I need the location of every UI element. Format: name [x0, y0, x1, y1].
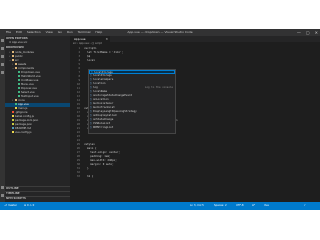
status-bar: ⎇ master ⊗ 0 ⚠ 0 Ln 3, Col 5 Spaces: 2 U… [0, 202, 320, 210]
window-title: App.vue — dropdown — Visual Studio Code [127, 30, 193, 34]
project-header[interactable]: DROPDOWN [5, 46, 70, 50]
tree-item-label: .gitignore [15, 111, 28, 114]
tree-item-label: icons [18, 99, 25, 102]
git-file-icon [12, 111, 14, 113]
js-file-icon [15, 107, 17, 109]
suggestion-label: CSSRuleList [93, 122, 111, 125]
json-file-icon [12, 123, 14, 125]
tree-item-label: node_modules [15, 51, 34, 54]
js-file-icon [12, 115, 14, 117]
tree-item-label: public [15, 55, 23, 58]
vue-file-icon [18, 75, 20, 77]
bell-icon[interactable]: ♪ [304, 202, 306, 210]
vue-file-icon [18, 71, 20, 73]
tree-item-label: package-lock.json [15, 119, 39, 122]
suggestion-label: AudioListener [93, 102, 114, 105]
close-button[interactable]: ✕ [315, 29, 318, 36]
tree-item-label: main.js [18, 107, 28, 110]
suggestion-label: localName [93, 90, 108, 93]
suggestion-label: onDisplayCalled [93, 114, 117, 117]
tree-item-label: Select.vue [21, 91, 35, 94]
suggestion-label: localeCompare [93, 78, 114, 81]
files-icon[interactable] [1, 39, 4, 42]
folder-file-icon [15, 99, 17, 101]
window-controls: — ▢ ✕ [297, 29, 318, 36]
maximize-button[interactable]: ▢ [306, 29, 310, 36]
vue-file-icon [18, 79, 20, 81]
suggestion-label: onLocation [93, 98, 109, 101]
folder-file-icon [12, 59, 14, 61]
account-icon[interactable] [1, 186, 4, 189]
suggestion-item[interactable]: ▢DOMStringList [89, 126, 175, 130]
folder-file-icon [12, 51, 14, 53]
tree-item-label: Popover.vue [21, 87, 37, 90]
indentation[interactable]: Spaces: 2 [214, 202, 227, 210]
suggestion-label: log [93, 86, 98, 89]
npm-scripts-section[interactable]: NPM SCRIPTS [5, 196, 70, 200]
json-file-icon [12, 119, 14, 121]
vue-file-icon [18, 91, 20, 93]
md-file-icon [12, 127, 14, 129]
cursor-position[interactable]: Ln 3, Col 5 [190, 202, 204, 210]
open-editor-item[interactable]: ✕ App.vue src [5, 41, 70, 45]
tree-item-label: vue.config.js [15, 131, 32, 134]
suggestion-label: location [93, 82, 106, 85]
suggestion-label: onStateChange [93, 118, 114, 121]
tree-item-label: babel.config.js [15, 115, 34, 118]
tab-label: App.vue [74, 37, 86, 41]
code-line: } [84, 167, 89, 170]
code-line: local [84, 59, 95, 62]
source-control-icon[interactable] [1, 55, 4, 58]
suggestion-label: AudioTrackList [93, 106, 115, 109]
tree-item-label: TextInput.vue [21, 95, 39, 98]
suggestion-label: localStorage [93, 74, 112, 77]
tree-item-label: HelloWorld.vue [21, 75, 41, 78]
line-number: 33 [76, 175, 80, 178]
tree-item-label: package.json [15, 123, 33, 126]
extensions-icon[interactable] [1, 71, 4, 74]
suggestion-label: DOMStringList [93, 126, 114, 129]
problems-indicator[interactable]: ⊗ 0 ⚠ 0 [24, 202, 34, 210]
suggestion-label: DisplayLengthQueuingStrategy [93, 110, 137, 113]
tree-item[interactable]: vue.config.js [5, 131, 70, 135]
outline-section[interactable]: OUTLINE [5, 186, 70, 190]
title-bar: File Edit Selection View Go Run Terminal Help A… [0, 29, 320, 36]
tree-item-label: IconBase.vue [21, 79, 39, 82]
timeline-section[interactable]: TIMELINE [5, 191, 70, 195]
autocomplete-suggestions: ▢localStorage ▢localStorage ▢localeCompare… [88, 69, 176, 134]
tree-item-label: Dropdown.vue [21, 71, 40, 74]
vue-file-icon [15, 103, 17, 105]
encoding[interactable]: UTF-8 [236, 202, 244, 210]
branch-indicator[interactable]: ⎇ master [4, 202, 17, 210]
vue-file-icon [18, 87, 20, 89]
folder-file-icon [12, 55, 14, 57]
line-number-gutter: 1 2 3 4 5 6 7 8 9 10 11 12 13 14 15 16 17 18 19 20 21 22 23 24 2… [70, 46, 82, 202]
folder-file-icon [15, 63, 17, 65]
vue-file-icon [18, 95, 20, 97]
tree-item-label: components [18, 67, 35, 70]
gear-icon[interactable] [1, 194, 4, 197]
suggestion-label: onstorageStateChangeEvent [93, 94, 133, 97]
screen-recording-frame: File Edit Selection View Go Run Terminal Help A… [0, 0, 320, 240]
vue-file-icon [18, 83, 20, 85]
tree-item-label: App.vue [18, 103, 29, 106]
search-icon[interactable] [1, 47, 4, 50]
tree-item-label: README.md [15, 127, 32, 130]
tree-item-label: Menu.vue [21, 83, 34, 86]
end-of-line[interactable]: LF [252, 202, 255, 210]
tree-item-label: src [15, 59, 19, 62]
code-line: h1 { [84, 175, 94, 178]
tree-item-label: assets [18, 63, 27, 66]
folder-file-icon [15, 67, 17, 69]
minimize-button[interactable]: — [297, 29, 301, 36]
vscode-window: File Edit Selection View Go Run Terminal Help A… [0, 29, 320, 210]
js-file-icon [12, 131, 14, 133]
language-mode[interactable]: Vue [264, 202, 269, 210]
run-debug-icon[interactable] [1, 63, 4, 66]
explorer-sidebar: OPEN EDITORS ✕ App.vue src DROPDOWN › nod… [5, 36, 70, 202]
